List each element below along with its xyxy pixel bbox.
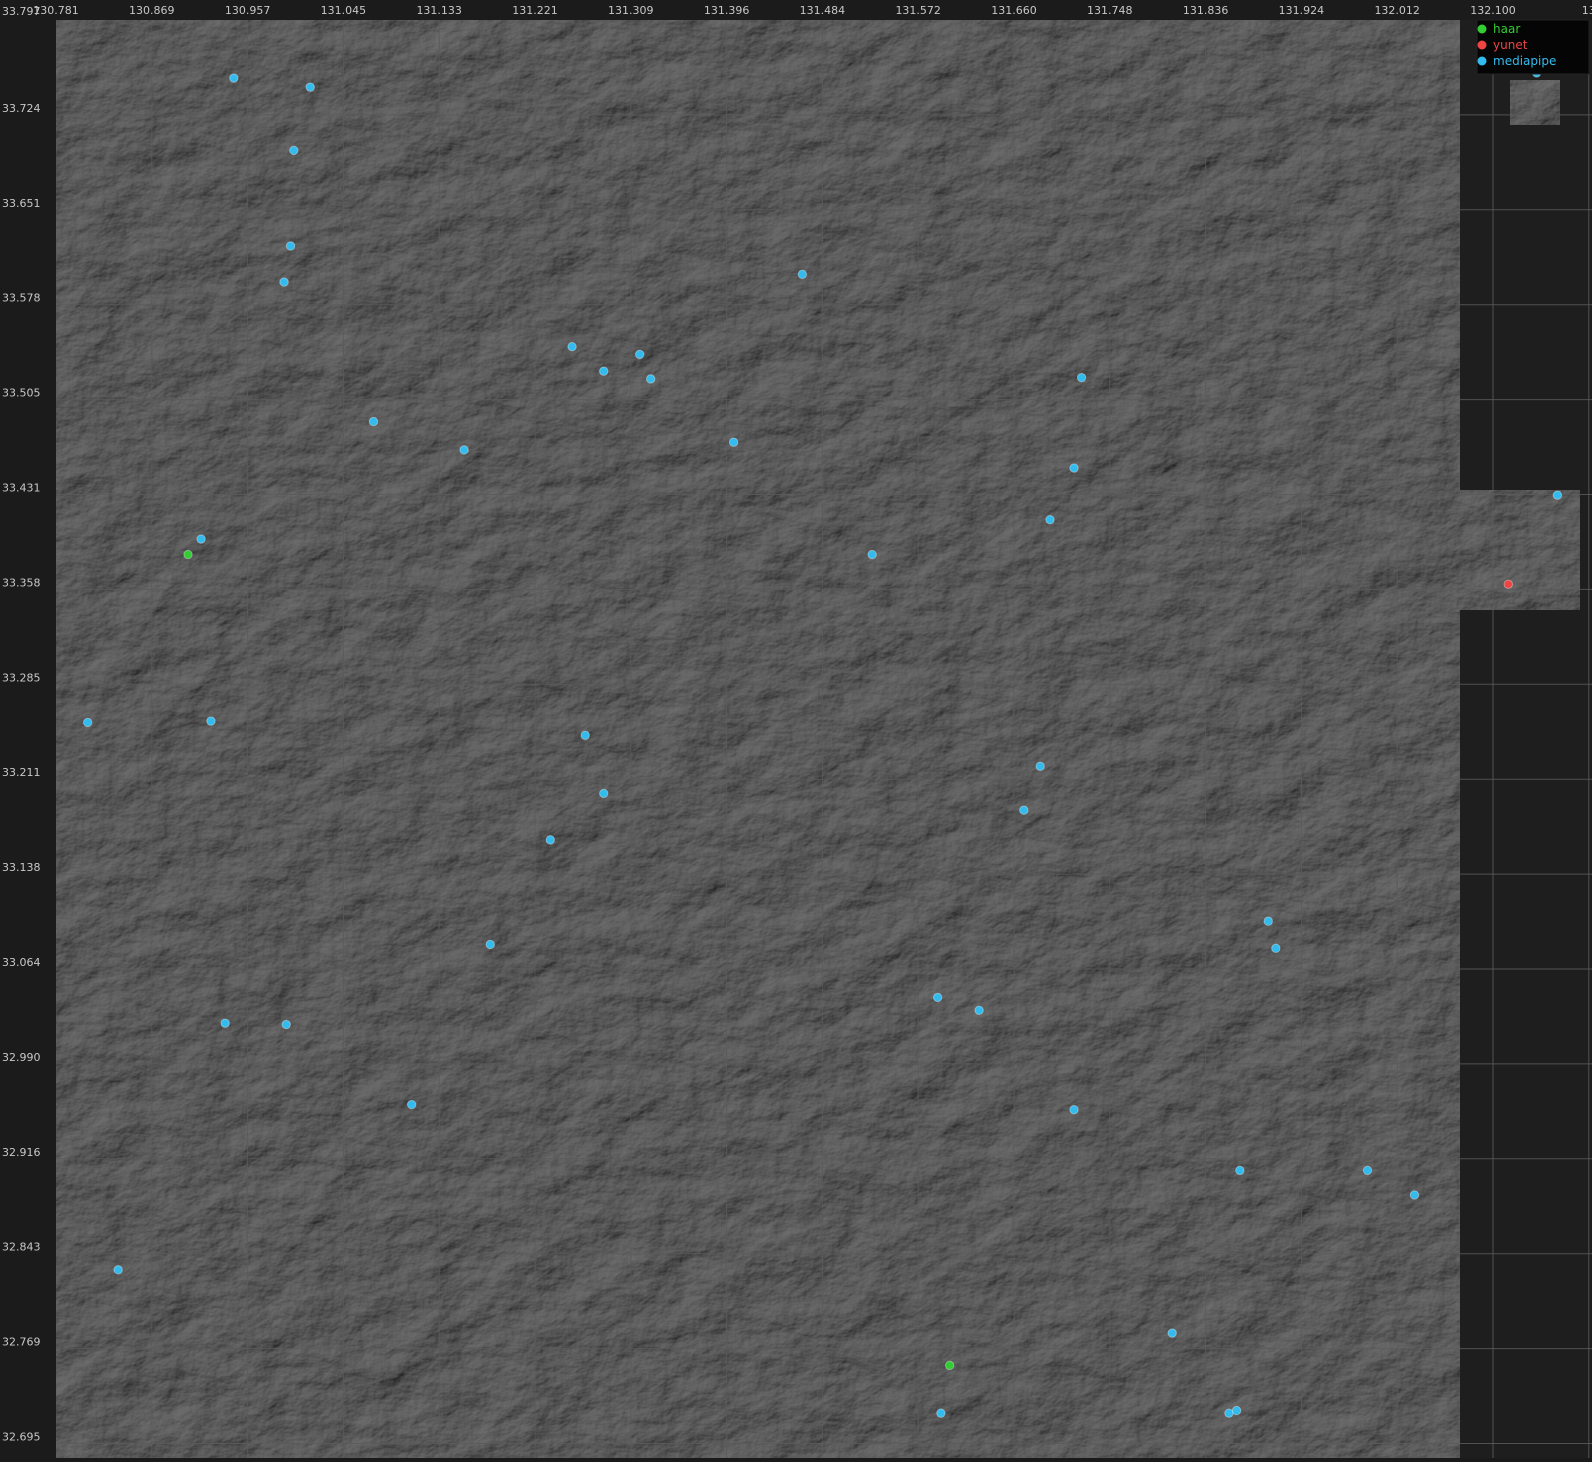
y-tick-label: 33.358 — [2, 576, 41, 589]
x-tick-label: 131.221 — [512, 4, 558, 17]
x-tick-label: 131.045 — [321, 4, 367, 17]
y-tick-label: 32.916 — [2, 1146, 41, 1159]
y-tick-label: 33.651 — [2, 197, 41, 210]
mediapipe-point — [1069, 1105, 1079, 1115]
mediapipe-point — [459, 445, 469, 455]
mediapipe-point — [407, 1099, 417, 1110]
mediapipe-point — [1271, 943, 1281, 954]
haar-point — [944, 1360, 955, 1371]
x-tick-label: 132.012 — [1374, 4, 1420, 17]
y-tick-label: 33.064 — [2, 956, 41, 969]
mediapipe-point — [281, 1019, 291, 1030]
mediapipe-point — [113, 1265, 123, 1275]
mediapipe-point — [728, 437, 739, 447]
yunet-point — [1503, 579, 1513, 589]
mediapipe-point — [220, 1018, 230, 1028]
haar-point — [183, 549, 193, 560]
mediapipe-point — [1069, 463, 1079, 473]
mediapipe-point — [635, 349, 645, 360]
y-tick-label: 33.578 — [2, 292, 41, 305]
mediapipe-point — [1035, 761, 1045, 771]
mediapipe-point — [974, 1005, 984, 1016]
legend-label-yunet: yunet — [1493, 38, 1528, 52]
map-view[interactable]: 130.781 130.869 130.957 131.045 131.133 131.2… — [0, 0, 1592, 1458]
mediapipe-point — [1167, 1328, 1177, 1338]
mediapipe-point — [82, 717, 93, 728]
x-tick-label: 131.484 — [800, 4, 846, 17]
y-tick-label: 33.211 — [2, 766, 41, 779]
mediapipe-point — [545, 835, 555, 845]
y-tick-label: 33.724 — [2, 102, 41, 115]
legend-marker-mediapipe — [1477, 56, 1487, 66]
y-tick-label: 33.431 — [2, 482, 41, 495]
mediapipe-point — [867, 549, 877, 560]
y-tick-label: 33.505 — [2, 387, 41, 400]
y-tick-label: 32.769 — [2, 1336, 41, 1349]
legend-marker-haar — [1477, 24, 1487, 34]
x-tick-label: 131.309 — [608, 4, 654, 17]
x-tick-label: 130.869 — [129, 4, 175, 17]
y-tick-label: 33.797 — [2, 5, 41, 18]
mediapipe-point — [1231, 1405, 1242, 1416]
x-tick-label: 131.133 — [416, 4, 462, 17]
legend: haar yunet mediapipe — [1476, 19, 1590, 75]
mediapipe-point — [368, 416, 379, 427]
mediapipe-point — [1045, 514, 1055, 525]
mediapipe-point — [289, 145, 299, 156]
mediapipe-point — [206, 716, 216, 726]
x-tick-label: 131.924 — [1279, 4, 1325, 17]
mediapipe-point — [1224, 1408, 1234, 1418]
x-tick-label: 131.836 — [1183, 4, 1229, 17]
mediapipe-point — [645, 374, 656, 384]
mediapipe-point — [196, 534, 206, 544]
x-tick-label: 131.396 — [704, 4, 750, 17]
x-tick-label: 130.957 — [225, 4, 271, 17]
mediapipe-point — [1235, 1165, 1245, 1176]
mediapipe-point — [797, 269, 808, 280]
mediapipe-point — [1076, 372, 1087, 383]
legend-marker-yunet — [1477, 40, 1487, 50]
mediapipe-point — [285, 241, 296, 251]
mediapipe-point — [279, 277, 289, 287]
mediapipe-point — [1409, 1190, 1420, 1200]
terrain-map[interactable]: 130.781 130.869 130.957 131.045 131.133 131.2… — [0, 0, 1592, 1458]
mediapipe-point — [567, 341, 577, 352]
mediapipe-point — [932, 992, 943, 1003]
legend-label-mediapipe: mediapipe — [1493, 54, 1556, 68]
y-tick-label: 33.285 — [2, 671, 41, 684]
mediapipe-point — [599, 366, 609, 376]
mediapipe-point — [936, 1408, 946, 1418]
x-tick-label: 131.748 — [1087, 4, 1133, 17]
y-tick-label: 32.990 — [2, 1051, 41, 1064]
y-tick-label: 33.138 — [2, 861, 41, 874]
legend-label-haar: haar — [1493, 22, 1520, 36]
mediapipe-point — [305, 82, 315, 92]
mediapipe-point — [580, 730, 590, 741]
x-tick-label: 131.572 — [895, 4, 941, 17]
mediapipe-point — [1263, 916, 1273, 926]
mediapipe-point — [599, 788, 609, 799]
mediapipe-point — [485, 939, 495, 950]
mediapipe-point — [1362, 1165, 1373, 1176]
x-tick-label: 132.100 — [1470, 4, 1516, 17]
mediapipe-point — [229, 73, 239, 83]
mediapipe-point — [1552, 490, 1563, 500]
x-tick-label: 131.660 — [991, 4, 1037, 17]
y-tick-label: 32.843 — [2, 1241, 41, 1254]
mediapipe-point — [1019, 805, 1029, 815]
x-tick-label: 13 — [1582, 4, 1592, 17]
y-tick-label: 32.695 — [2, 1431, 41, 1444]
